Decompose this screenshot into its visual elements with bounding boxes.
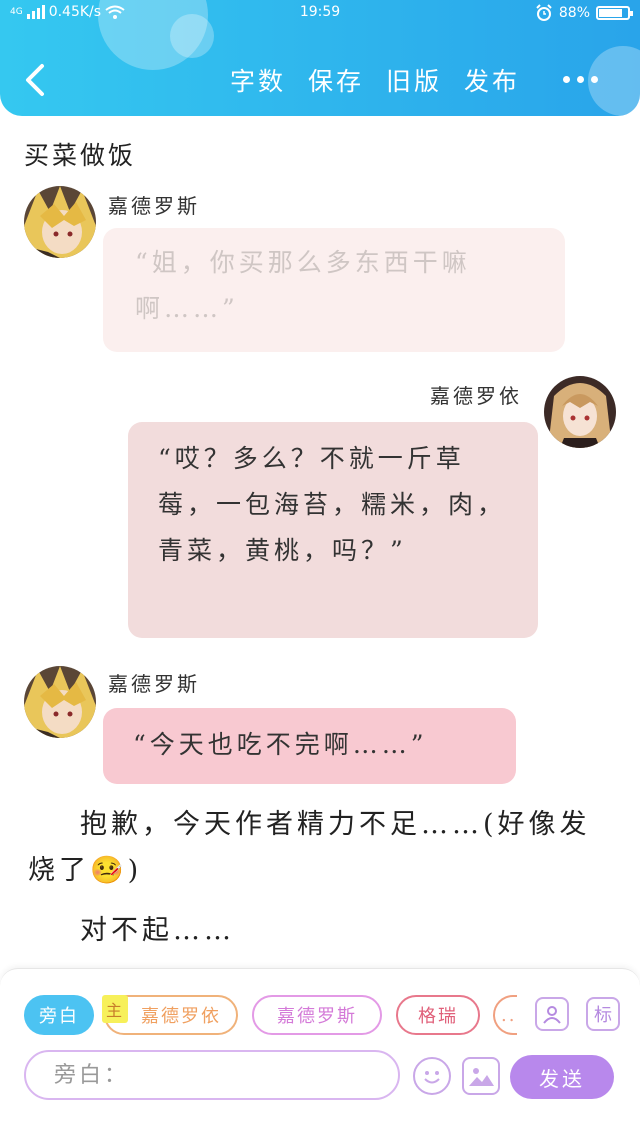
narration-text: 对不起…… <box>80 915 235 946</box>
speaker-name: 嘉德罗斯 <box>108 194 200 218</box>
header-toolbar: 字数 保存 旧版 发布 <box>230 62 520 98</box>
avatar-jiadeluoyi[interactable] <box>544 376 616 448</box>
status-bar: 4G 0.45K/s 19:59 88% <box>0 4 640 28</box>
battery-icon <box>596 6 633 20</box>
role-tab-gerui[interactable]: 格瑞 <box>396 995 480 1035</box>
mark-icon[interactable]: 标 <box>586 997 620 1031</box>
story-title: 买菜做饭 <box>24 141 137 170</box>
more-menu-icon[interactable] <box>563 76 598 83</box>
message-bubble: “姐，你买那么多东西干嘛啊……” <box>103 228 565 352</box>
role-tab-label: 嘉德罗依 <box>141 1006 221 1027</box>
role-tab-jiadeluosi[interactable]: 嘉德罗斯 <box>252 995 382 1035</box>
top-header: 4G 0.45K/s 19:59 88% 字数 保存 旧版 发布 <box>0 0 640 116</box>
send-button[interactable]: 发送 <box>510 1055 614 1099</box>
publish-button[interactable]: 发布 <box>464 62 520 98</box>
alarm-icon <box>536 4 552 21</box>
emoji-icon[interactable] <box>413 1057 451 1095</box>
main-character-badge: 主 <box>102 995 129 1023</box>
avatar-jiadeluosi[interactable] <box>24 666 96 738</box>
battery-percent: 88% <box>558 5 590 21</box>
character-icon[interactable] <box>535 997 569 1031</box>
word-count-button[interactable]: 字数 <box>230 62 286 98</box>
old-version-button[interactable]: 旧版 <box>386 62 442 98</box>
speaker-name: 嘉德罗斯 <box>108 672 200 696</box>
message-bubble: “哎？多么？不就一斤草莓，一包海苔，糯米，肉，青菜，黄桃，吗？” <box>128 422 538 638</box>
image-icon[interactable] <box>462 1057 500 1095</box>
speaker-name: 嘉德罗依 <box>430 384 522 408</box>
role-tab-narrator[interactable]: 旁白 <box>24 995 94 1035</box>
battery-fill <box>599 9 622 17</box>
message-input[interactable] <box>24 1050 400 1100</box>
message-bubble: “今天也吃不完啊……” <box>103 708 516 784</box>
avatar-jiadeluosi[interactable] <box>24 186 96 258</box>
save-button[interactable]: 保存 <box>308 62 364 98</box>
role-tab-jiadeluoyi[interactable]: 主 嘉德罗依 <box>102 995 238 1035</box>
back-arrow-icon[interactable] <box>22 62 48 98</box>
narration-text: 抱歉，今天作者精力不足……(好像发烧了🤒) <box>28 809 591 886</box>
